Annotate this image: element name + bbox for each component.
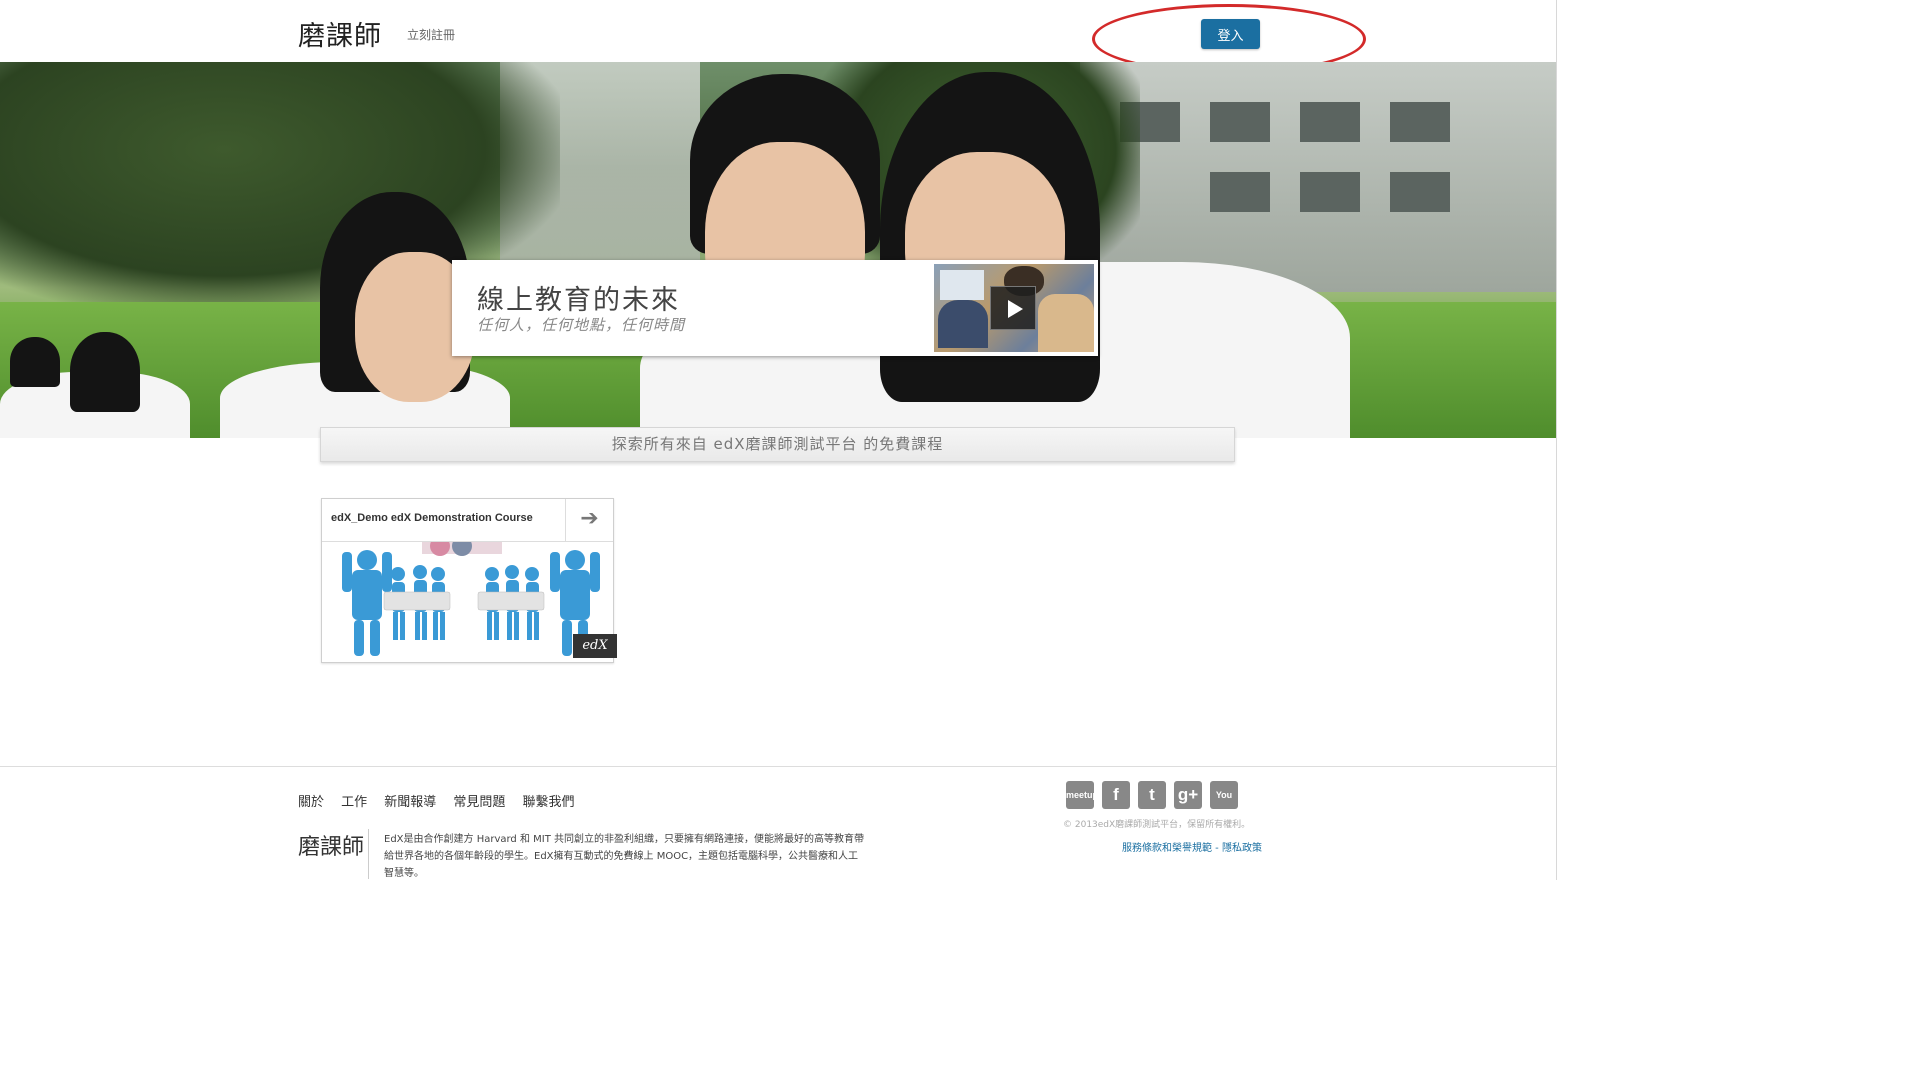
register-link[interactable]: 立刻註冊 [407, 26, 455, 43]
youtube-icon[interactable]: You Tube [1210, 781, 1238, 828]
footer-link-faq[interactable]: 常見問題 [453, 795, 505, 810]
facebook-icon[interactable]: f [1102, 781, 1130, 809]
hero-card: 線上教育的未來 任何人，任何地點，任何時間 [452, 260, 1098, 356]
hero-subtitle: 任何人，任何地點，任何時間 [477, 316, 686, 334]
footer-about-text: EdX是由合作創建方 Harvard 和 MIT 共同創立的非盈利組織，只要擁有… [384, 834, 865, 879]
site-header: 磨課師 立刻註冊 登入 [0, 0, 1556, 74]
arrow-right-icon[interactable]: ➔ [565, 499, 613, 541]
course-image[interactable] [322, 542, 613, 662]
footer-divider [368, 829, 369, 879]
edx-tag: edX [573, 634, 617, 658]
course-people-puzzle-illustration [342, 542, 600, 656]
course-card-header[interactable]: edX_Demo edX Demonstration Course ➔ [322, 499, 613, 542]
play-icon[interactable] [990, 286, 1036, 330]
explore-courses-banner: 探索所有來自 edX磨課師測試平台 的免費課程 [320, 427, 1235, 462]
window-scrollbar[interactable] [1556, 0, 1568, 880]
course-title[interactable]: edX_Demo edX Demonstration Course [331, 512, 533, 524]
footer-link-jobs[interactable]: 工作 [341, 795, 367, 810]
footer-link-news[interactable]: 新聞報導 [384, 795, 436, 810]
legal-separator: - [1212, 843, 1222, 854]
site-logo[interactable]: 磨課師 [298, 14, 382, 53]
hero-background-building [1080, 62, 1556, 292]
social-links: meetup f t g+ You Tube [1066, 781, 1246, 828]
site-footer: 關於 工作 新聞報導 常見問題 聯繫我們 磨課師 EdX是由合作創建方 Harv… [0, 766, 1556, 881]
terms-link[interactable]: 服務條款和榮譽規範 [1122, 843, 1212, 854]
hero-banner: 線上教育的未來 任何人，任何地點，任何時間 [0, 62, 1556, 438]
footer-legal-links: 服務條款和榮譽規範 - 隱私政策 [1122, 839, 1262, 854]
login-button[interactable]: 登入 [1201, 19, 1260, 49]
footer-nav: 關於 工作 新聞報導 常見問題 聯繫我們 [298, 791, 586, 810]
google-plus-icon[interactable]: g+ [1174, 781, 1202, 809]
twitter-icon[interactable]: t [1138, 781, 1166, 809]
footer-logo: 磨課師 [298, 835, 365, 860]
hero-title: 線上教育的未來 [477, 285, 680, 316]
copyright-text: © 2013edX磨課師測試平台，保留所有權利。 [1063, 820, 1251, 830]
meetup-icon[interactable]: meetup [1066, 781, 1098, 809]
footer-link-contact[interactable]: 聯繫我們 [522, 795, 574, 810]
privacy-link[interactable]: 隱私政策 [1222, 843, 1262, 854]
intro-video-thumbnail[interactable] [934, 264, 1094, 352]
course-card[interactable]: edX_Demo edX Demonstration Course ➔ [321, 498, 614, 663]
footer-link-about[interactable]: 關於 [298, 795, 324, 810]
